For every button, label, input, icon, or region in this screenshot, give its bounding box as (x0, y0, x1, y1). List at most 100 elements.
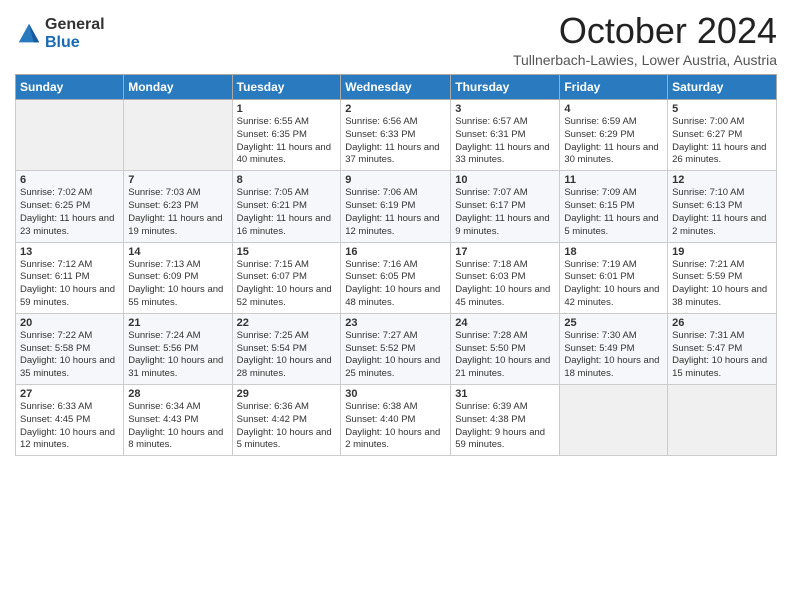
cell-details: Sunrise: 7:21 AMSunset: 5:59 PMDaylight:… (672, 259, 772, 310)
calendar-cell: 21Sunrise: 7:24 AMSunset: 5:56 PMDayligh… (124, 313, 232, 384)
day-number: 8 (237, 174, 337, 186)
day-number: 20 (20, 317, 119, 329)
calendar-cell: 5Sunrise: 7:00 AMSunset: 6:27 PMDaylight… (668, 100, 777, 171)
calendar-cell: 29Sunrise: 6:36 AMSunset: 4:42 PMDayligh… (232, 385, 341, 456)
day-number: 19 (672, 246, 772, 258)
cell-details: Sunrise: 7:27 AMSunset: 5:52 PMDaylight:… (345, 330, 446, 381)
calendar-cell: 7Sunrise: 7:03 AMSunset: 6:23 PMDaylight… (124, 171, 232, 242)
cell-details: Sunrise: 7:24 AMSunset: 5:56 PMDaylight:… (128, 330, 227, 381)
day-number: 1 (237, 103, 337, 115)
day-number: 14 (128, 246, 227, 258)
calendar-day-header: Sunday (16, 75, 124, 100)
cell-details: Sunrise: 7:02 AMSunset: 6:25 PMDaylight:… (20, 187, 119, 238)
day-number: 9 (345, 174, 446, 186)
calendar-day-header: Saturday (668, 75, 777, 100)
calendar-cell: 17Sunrise: 7:18 AMSunset: 6:03 PMDayligh… (451, 242, 560, 313)
cell-details: Sunrise: 7:05 AMSunset: 6:21 PMDaylight:… (237, 187, 337, 238)
day-number: 2 (345, 103, 446, 115)
day-number: 4 (564, 103, 663, 115)
cell-details: Sunrise: 7:30 AMSunset: 5:49 PMDaylight:… (564, 330, 663, 381)
logo: General Blue (15, 16, 105, 51)
cell-details: Sunrise: 7:09 AMSunset: 6:15 PMDaylight:… (564, 187, 663, 238)
day-number: 5 (672, 103, 772, 115)
cell-details: Sunrise: 6:55 AMSunset: 6:35 PMDaylight:… (237, 116, 337, 167)
cell-details: Sunrise: 6:38 AMSunset: 4:40 PMDaylight:… (345, 401, 446, 452)
day-number: 25 (564, 317, 663, 329)
calendar-cell: 23Sunrise: 7:27 AMSunset: 5:52 PMDayligh… (341, 313, 451, 384)
day-number: 31 (455, 388, 555, 400)
calendar-cell: 12Sunrise: 7:10 AMSunset: 6:13 PMDayligh… (668, 171, 777, 242)
calendar-cell: 8Sunrise: 7:05 AMSunset: 6:21 PMDaylight… (232, 171, 341, 242)
subtitle: Tullnerbach-Lawies, Lower Austria, Austr… (513, 52, 777, 68)
day-number: 3 (455, 103, 555, 115)
calendar-cell: 22Sunrise: 7:25 AMSunset: 5:54 PMDayligh… (232, 313, 341, 384)
calendar-day-header: Thursday (451, 75, 560, 100)
cell-details: Sunrise: 7:16 AMSunset: 6:05 PMDaylight:… (345, 259, 446, 310)
logo-blue: Blue (45, 34, 105, 52)
cell-details: Sunrise: 7:06 AMSunset: 6:19 PMDaylight:… (345, 187, 446, 238)
cell-details: Sunrise: 7:13 AMSunset: 6:09 PMDaylight:… (128, 259, 227, 310)
calendar-day-header: Monday (124, 75, 232, 100)
cell-details: Sunrise: 7:28 AMSunset: 5:50 PMDaylight:… (455, 330, 555, 381)
cell-details: Sunrise: 7:12 AMSunset: 6:11 PMDaylight:… (20, 259, 119, 310)
day-number: 12 (672, 174, 772, 186)
calendar-cell: 25Sunrise: 7:30 AMSunset: 5:49 PMDayligh… (560, 313, 668, 384)
cell-details: Sunrise: 6:39 AMSunset: 4:38 PMDaylight:… (455, 401, 555, 452)
day-number: 27 (20, 388, 119, 400)
calendar-week-row: 1Sunrise: 6:55 AMSunset: 6:35 PMDaylight… (16, 100, 777, 171)
calendar-cell: 6Sunrise: 7:02 AMSunset: 6:25 PMDaylight… (16, 171, 124, 242)
calendar-week-row: 27Sunrise: 6:33 AMSunset: 4:45 PMDayligh… (16, 385, 777, 456)
day-number: 15 (237, 246, 337, 258)
calendar-cell: 13Sunrise: 7:12 AMSunset: 6:11 PMDayligh… (16, 242, 124, 313)
calendar-day-header: Wednesday (341, 75, 451, 100)
calendar-cell: 19Sunrise: 7:21 AMSunset: 5:59 PMDayligh… (668, 242, 777, 313)
day-number: 7 (128, 174, 227, 186)
day-number: 6 (20, 174, 119, 186)
cell-details: Sunrise: 7:18 AMSunset: 6:03 PMDaylight:… (455, 259, 555, 310)
calendar-cell: 10Sunrise: 7:07 AMSunset: 6:17 PMDayligh… (451, 171, 560, 242)
cell-details: Sunrise: 6:56 AMSunset: 6:33 PMDaylight:… (345, 116, 446, 167)
header: General Blue October 2024 Tullnerbach-La… (15, 10, 777, 68)
cell-details: Sunrise: 7:19 AMSunset: 6:01 PMDaylight:… (564, 259, 663, 310)
calendar-cell: 3Sunrise: 6:57 AMSunset: 6:31 PMDaylight… (451, 100, 560, 171)
day-number: 11 (564, 174, 663, 186)
calendar-cell: 4Sunrise: 6:59 AMSunset: 6:29 PMDaylight… (560, 100, 668, 171)
calendar-cell: 26Sunrise: 7:31 AMSunset: 5:47 PMDayligh… (668, 313, 777, 384)
cell-details: Sunrise: 6:36 AMSunset: 4:42 PMDaylight:… (237, 401, 337, 452)
calendar-table: SundayMondayTuesdayWednesdayThursdayFrid… (15, 74, 777, 456)
day-number: 22 (237, 317, 337, 329)
logo-general: General (45, 16, 105, 34)
cell-details: Sunrise: 7:03 AMSunset: 6:23 PMDaylight:… (128, 187, 227, 238)
day-number: 13 (20, 246, 119, 258)
cell-details: Sunrise: 6:57 AMSunset: 6:31 PMDaylight:… (455, 116, 555, 167)
calendar-cell (668, 385, 777, 456)
day-number: 16 (345, 246, 446, 258)
calendar-cell: 28Sunrise: 6:34 AMSunset: 4:43 PMDayligh… (124, 385, 232, 456)
title-block: October 2024 Tullnerbach-Lawies, Lower A… (513, 10, 777, 68)
calendar-cell: 20Sunrise: 7:22 AMSunset: 5:58 PMDayligh… (16, 313, 124, 384)
calendar-week-row: 20Sunrise: 7:22 AMSunset: 5:58 PMDayligh… (16, 313, 777, 384)
calendar-header-row: SundayMondayTuesdayWednesdayThursdayFrid… (16, 75, 777, 100)
day-number: 30 (345, 388, 446, 400)
cell-details: Sunrise: 7:10 AMSunset: 6:13 PMDaylight:… (672, 187, 772, 238)
cell-details: Sunrise: 7:22 AMSunset: 5:58 PMDaylight:… (20, 330, 119, 381)
calendar-cell: 16Sunrise: 7:16 AMSunset: 6:05 PMDayligh… (341, 242, 451, 313)
calendar-cell: 30Sunrise: 6:38 AMSunset: 4:40 PMDayligh… (341, 385, 451, 456)
cell-details: Sunrise: 6:33 AMSunset: 4:45 PMDaylight:… (20, 401, 119, 452)
day-number: 18 (564, 246, 663, 258)
calendar-cell: 1Sunrise: 6:55 AMSunset: 6:35 PMDaylight… (232, 100, 341, 171)
calendar-cell (124, 100, 232, 171)
day-number: 10 (455, 174, 555, 186)
cell-details: Sunrise: 6:34 AMSunset: 4:43 PMDaylight:… (128, 401, 227, 452)
cell-details: Sunrise: 7:15 AMSunset: 6:07 PMDaylight:… (237, 259, 337, 310)
calendar-week-row: 13Sunrise: 7:12 AMSunset: 6:11 PMDayligh… (16, 242, 777, 313)
calendar-week-row: 6Sunrise: 7:02 AMSunset: 6:25 PMDaylight… (16, 171, 777, 242)
logo-icon (15, 20, 43, 48)
day-number: 29 (237, 388, 337, 400)
calendar-cell: 9Sunrise: 7:06 AMSunset: 6:19 PMDaylight… (341, 171, 451, 242)
calendar-day-header: Tuesday (232, 75, 341, 100)
cell-details: Sunrise: 7:00 AMSunset: 6:27 PMDaylight:… (672, 116, 772, 167)
calendar-cell: 31Sunrise: 6:39 AMSunset: 4:38 PMDayligh… (451, 385, 560, 456)
day-number: 23 (345, 317, 446, 329)
calendar-cell: 11Sunrise: 7:09 AMSunset: 6:15 PMDayligh… (560, 171, 668, 242)
